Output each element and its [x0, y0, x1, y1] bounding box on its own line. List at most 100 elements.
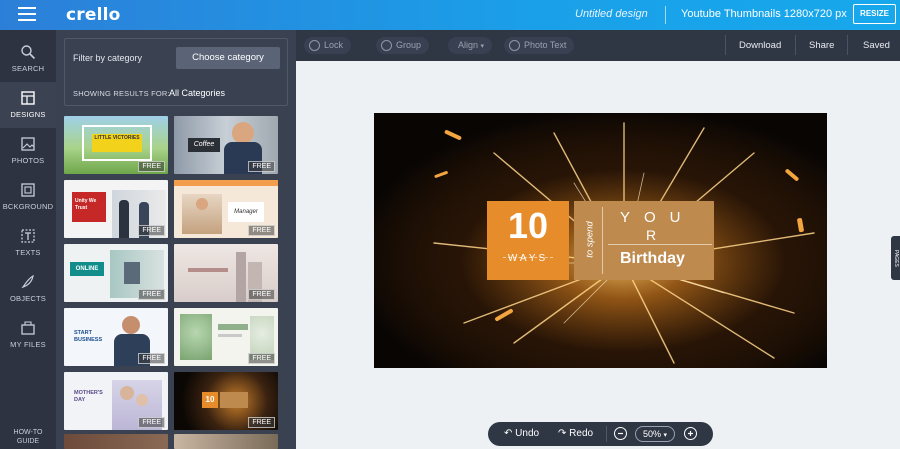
redo-icon: ↷ — [558, 428, 567, 439]
thumb-title: 10 — [202, 392, 218, 408]
plus-icon — [688, 431, 693, 436]
free-badge: FREE — [138, 161, 165, 172]
align-dropdown[interactable]: Align ▾ — [448, 37, 493, 54]
photo-text-button[interactable]: Photo Text — [504, 37, 575, 54]
left-rail: SEARCH DESIGNS PHOTOS BCKGROUND TEXTS OB… — [0, 30, 56, 449]
share-button[interactable]: Share — [809, 40, 834, 51]
rail-item-photos[interactable]: PHOTOS — [0, 128, 56, 174]
thumb-title: Coffee — [188, 138, 220, 152]
rail-item-label: BCKGROUND — [2, 202, 54, 211]
free-badge: FREE — [248, 353, 275, 364]
template-thumbnail[interactable] — [174, 434, 278, 449]
undo-icon: ↶ — [504, 428, 513, 439]
minus-icon — [618, 432, 623, 435]
thumb-title: LITTLE VICTORIES — [92, 134, 142, 152]
texts-icon — [21, 229, 35, 243]
chevron-down-icon: ▾ — [480, 43, 485, 50]
rail-item-texts[interactable]: TEXTS — [0, 220, 56, 266]
free-badge: FREE — [138, 289, 165, 300]
free-badge: FREE — [138, 417, 165, 428]
download-button[interactable]: Download — [739, 40, 781, 51]
undo-button[interactable]: ↶ Undo — [504, 428, 539, 439]
history-zoom-bar: ↶ Undo ↷ Redo 50% ▾ — [488, 422, 713, 446]
photo-text-label: Photo Text — [524, 40, 567, 50]
template-thumbnail[interactable]: Coffee FREE — [174, 116, 278, 174]
thumb-title: Manager — [228, 202, 264, 222]
zoom-out-icon[interactable] — [614, 427, 627, 440]
rail-item-label: TEXTS — [15, 248, 41, 257]
divider — [795, 35, 796, 55]
lock-icon — [309, 40, 320, 51]
rail-item-my-files[interactable]: MY FILES — [0, 312, 56, 358]
editor-toolbar: Lock Group Align ▾ Photo Text Download S… — [296, 30, 900, 61]
group-label: Group — [396, 40, 422, 50]
background-icon — [21, 183, 35, 197]
template-thumbnail[interactable]: ONLINE FREE — [64, 244, 168, 302]
rail-item-label: DESIGNS — [10, 110, 46, 119]
zoom-select[interactable]: 50% ▾ — [635, 426, 675, 442]
rail-item-designs[interactable]: DESIGNS — [0, 82, 56, 128]
filter-label: Filter by category — [73, 53, 143, 63]
template-thumbnail[interactable]: LITTLE VICTORIES FREE — [64, 116, 168, 174]
designs-panel: Filter by category Choose category SHOWI… — [56, 30, 296, 449]
lock-button[interactable]: Lock — [304, 37, 352, 54]
number-badge[interactable]: 10 WAYS — [487, 201, 569, 280]
design-artboard[interactable]: 10 WAYS to spend YOU R Birthday — [374, 113, 827, 368]
badge-ways-text: WAYS — [507, 253, 549, 264]
search-icon — [21, 45, 36, 60]
your-r-text: R — [646, 227, 657, 243]
align-label: Align — [458, 40, 479, 50]
template-thumbnail[interactable]: 10 FREE — [174, 372, 278, 430]
pages-tab[interactable]: PAGES — [891, 236, 900, 280]
template-thumbnail[interactable]: START BUSINESS FREE — [64, 308, 168, 366]
template-thumbnail[interactable]: Unity We Trust FREE — [64, 180, 168, 238]
dotted-divider — [503, 257, 553, 258]
birthday-textbox[interactable]: to spend YOU R Birthday — [574, 201, 714, 280]
rail-item-label: SEARCH — [11, 64, 45, 73]
redo-label: Redo — [569, 428, 594, 439]
free-badge: FREE — [248, 161, 275, 172]
guide-label: GUIDE — [16, 438, 40, 445]
group-button[interactable]: Group — [376, 37, 430, 54]
showing-results-label: SHOWING RESULTS FOR: — [73, 89, 170, 98]
rail-item-background[interactable]: BCKGROUND — [0, 174, 56, 220]
thumb-title: START BUSINESS — [74, 330, 103, 343]
resize-button[interactable]: RESIZE — [853, 4, 896, 24]
top-bar: crello Untitled design Youtube Thumbnail… — [0, 0, 900, 30]
zoom-in-icon[interactable] — [684, 427, 697, 440]
thumb-title: ONLINE — [70, 262, 104, 276]
template-thumbnail[interactable] — [64, 434, 168, 449]
template-thumbnail[interactable]: FREE — [174, 244, 278, 302]
redo-button[interactable]: ↷ Redo — [558, 428, 593, 439]
badge-number: 10 — [507, 205, 549, 246]
document-title[interactable]: Untitled design — [575, 8, 648, 20]
free-badge: FREE — [248, 225, 275, 236]
choose-category-button[interactable]: Choose category — [176, 47, 280, 69]
saved-status[interactable]: Saved — [863, 40, 890, 51]
thumb-title: Unity We Trust — [72, 192, 106, 222]
template-thumbnail[interactable]: FREE — [174, 308, 278, 366]
divider — [847, 35, 848, 55]
vertical-divider — [602, 207, 603, 274]
free-badge: FREE — [248, 289, 275, 300]
free-badge: FREE — [248, 417, 275, 428]
how-to-label: HOW-TO — [13, 429, 43, 436]
template-thumbnail[interactable]: MOTHER'S DAY FREE — [64, 372, 168, 430]
chevron-down-icon: ▾ — [663, 432, 668, 439]
group-icon — [381, 40, 392, 51]
divider — [665, 6, 666, 24]
rail-item-label: MY FILES — [10, 340, 46, 349]
birthday-text: Birthday — [620, 250, 685, 267]
menu-icon[interactable] — [18, 7, 36, 21]
free-badge: FREE — [138, 225, 165, 236]
designs-icon — [21, 91, 35, 105]
crello-logo[interactable]: crello — [66, 5, 121, 25]
rail-item-objects[interactable]: OBJECTS — [0, 266, 56, 312]
thumb-title: MOTHER'S DAY — [74, 390, 103, 403]
rail-item-search[interactable]: SEARCH — [0, 36, 56, 82]
your-text: YOU — [620, 209, 695, 226]
results-category-value: All Categories — [169, 88, 226, 98]
rail-item-label: PHOTOS — [11, 156, 45, 165]
how-to-guide-link[interactable]: HOW-TO GUIDE — [0, 428, 56, 446]
template-thumbnail[interactable]: Manager FREE — [174, 180, 278, 238]
